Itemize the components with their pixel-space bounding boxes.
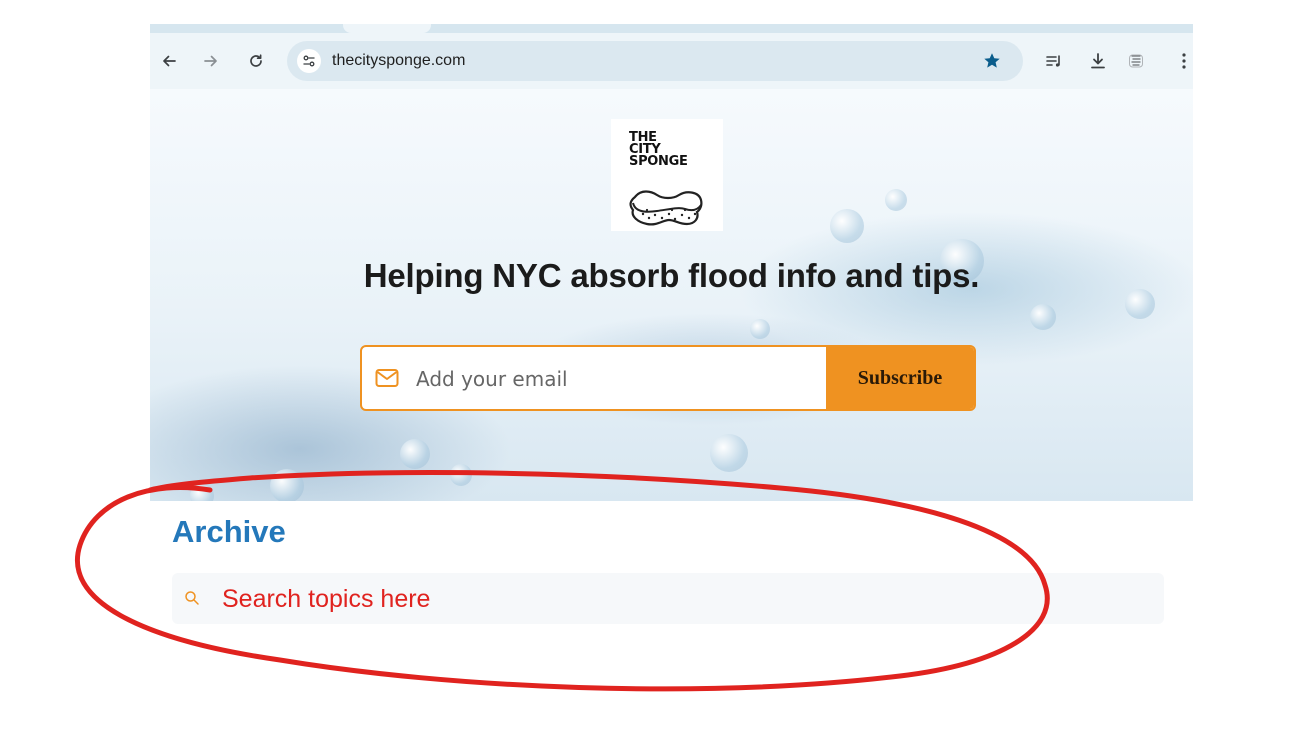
reading-list-button[interactable] — [1043, 50, 1065, 72]
download-button[interactable] — [1087, 50, 1109, 72]
water-bubble — [830, 209, 864, 243]
page-headline: Helping NYC absorb flood info and tips. — [363, 257, 980, 294]
logo-line: SPONGE — [629, 154, 688, 169]
email-input[interactable] — [414, 347, 828, 409]
mail-icon — [375, 369, 399, 387]
site-logo[interactable]: THE CITY SPONGE — [611, 119, 723, 231]
water-bubble — [190, 484, 214, 501]
logo-wordmark: THE CITY SPONGE — [629, 131, 688, 169]
tab-strip — [150, 24, 1193, 33]
browser-toolbar: thecitysponge.com — [150, 33, 1193, 90]
star-icon — [984, 53, 1000, 68]
search-input[interactable] — [220, 573, 1154, 626]
extension-button[interactable] — [1125, 50, 1147, 72]
subscribe-button[interactable]: Subscribe — [826, 347, 974, 409]
more-vert-icon — [1182, 53, 1186, 69]
reload-icon — [250, 54, 262, 67]
address-bar[interactable]: thecitysponge.com — [287, 41, 1023, 81]
water-bubble — [710, 434, 748, 472]
water-bubble — [885, 189, 907, 211]
back-button[interactable] — [158, 50, 180, 72]
extension-icon — [1129, 54, 1143, 68]
url-text[interactable]: thecitysponge.com — [332, 52, 465, 70]
download-icon — [1091, 53, 1105, 69]
water-bubble — [270, 469, 304, 501]
water-bubble — [750, 319, 770, 339]
archive-search[interactable] — [172, 573, 1164, 626]
bookmark-button[interactable] — [982, 51, 1002, 76]
newsletter-signup: Subscribe — [360, 345, 976, 411]
water-bubble — [400, 439, 430, 469]
forward-button[interactable] — [200, 50, 222, 72]
reading-list-icon — [1046, 55, 1060, 67]
water-bubble — [1030, 304, 1056, 330]
archive-heading: Archive — [172, 514, 286, 549]
active-tab[interactable] — [343, 24, 431, 33]
browser-window: thecitysponge.com THE CITY SPONGE Helpin… — [150, 24, 1193, 626]
sponge-icon — [629, 190, 703, 226]
reload-button[interactable] — [245, 50, 267, 72]
water-bubble — [450, 464, 472, 486]
arrow-right-icon — [204, 55, 217, 67]
hero-section: THE CITY SPONGE Helping NYC absorb flood… — [150, 89, 1193, 501]
site-info-button[interactable] — [297, 49, 321, 73]
arrow-left-icon — [163, 55, 176, 67]
tune-icon — [303, 55, 315, 67]
search-icon — [185, 591, 199, 605]
more-options-button[interactable] — [1173, 50, 1195, 72]
